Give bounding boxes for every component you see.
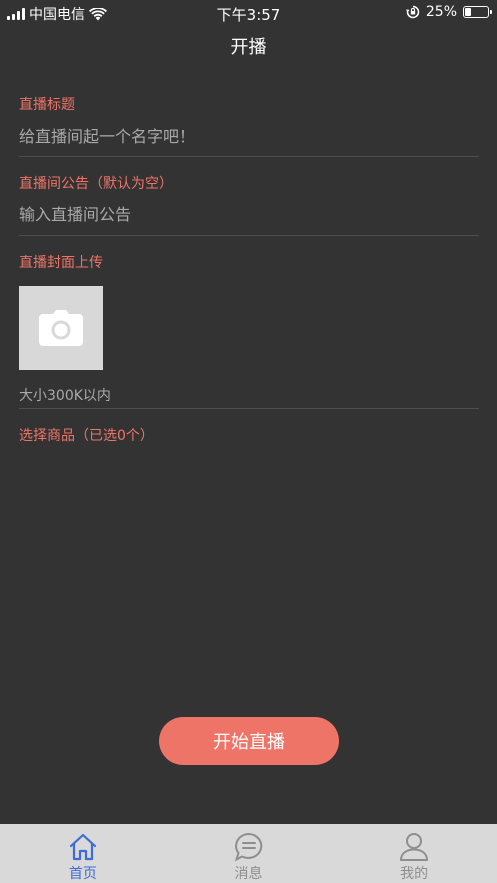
divider (19, 235, 479, 236)
home-icon (69, 833, 96, 861)
divider (19, 156, 479, 157)
tab-home-label: 首页 (68, 866, 97, 882)
page-title: 开播 (230, 37, 267, 58)
orientation-lock-icon (405, 5, 420, 19)
tab-home[interactable]: 首页 (0, 824, 166, 883)
message-icon (234, 832, 262, 862)
battery-icon (463, 6, 492, 18)
camera-icon (39, 310, 83, 346)
tab-messages[interactable]: 消息 (166, 824, 332, 883)
divider (19, 408, 479, 409)
cover-label: 直播封面上传 (19, 255, 103, 271)
status-bar: 中国电信 下午3:57 25% (0, 0, 497, 26)
size-hint: 大小300K以内 (19, 388, 111, 404)
cover-upload-button[interactable] (19, 286, 103, 370)
tab-bar: 首页 消息 我的 (0, 824, 497, 883)
start-live-label: 开始直播 (213, 732, 285, 753)
title-input[interactable] (19, 121, 479, 151)
select-goods-link[interactable]: 选择商品（已选0个） (19, 425, 154, 445)
user-icon (400, 833, 429, 861)
notice-label: 直播间公告（默认为空） (19, 176, 173, 192)
battery-percent: 25% (425, 4, 457, 20)
title-label: 直播标题 (19, 97, 75, 113)
start-live-button[interactable]: 开始直播 (159, 717, 339, 765)
battery-fill (465, 8, 471, 16)
tab-messages-label: 消息 (234, 866, 263, 882)
status-right: 25% (405, 4, 492, 20)
notice-input[interactable] (19, 199, 479, 229)
tab-profile[interactable]: 我的 (331, 824, 497, 883)
tab-profile-label: 我的 (400, 866, 429, 882)
